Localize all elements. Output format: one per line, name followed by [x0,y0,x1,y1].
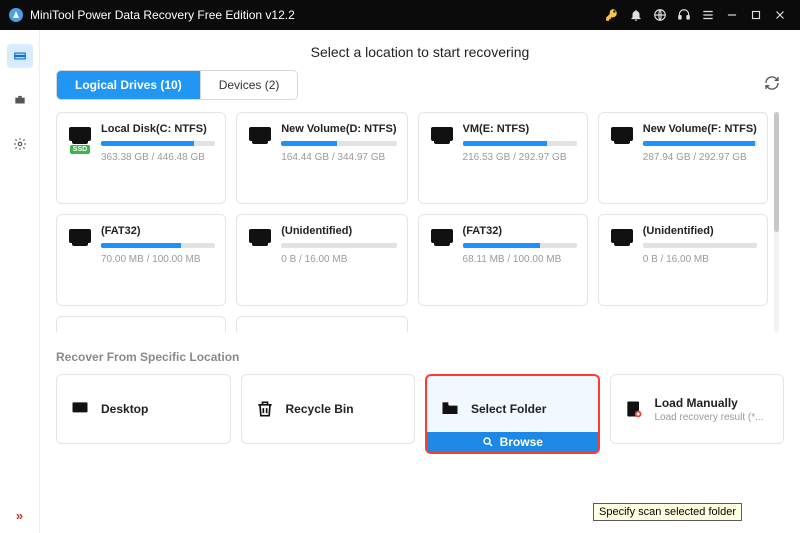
drive-usage-bar [101,243,215,248]
expand-nav-icon[interactable]: » [16,508,23,523]
drive-card[interactable]: (FAT32) 70.00 MB / 100.00 MB [56,214,226,306]
hdd-icon [69,127,91,141]
bell-icon[interactable] [624,3,648,27]
recycle-bin-icon [254,398,276,420]
left-nav: » [0,30,40,533]
drive-scrollbar[interactable] [774,112,779,332]
main-panel: Select a location to start recovering Lo… [40,30,800,533]
drive-grid: SSD Local Disk(C: NTFS) 363.38 GB / 446.48… [56,112,784,332]
drive-card[interactable]: SSD Local Disk(C: NTFS) 363.38 GB / 446.48… [56,112,226,204]
hdd-icon [611,229,633,243]
location-recycle-bin[interactable]: Recycle Bin [241,374,416,444]
drive-usage-bar [463,243,577,248]
drive-name: (Unidentified) [281,225,396,237]
key-icon[interactable] [600,3,624,27]
tooltip: Specify scan selected folder [593,503,742,521]
drive-card[interactable]: (Unidentified) 0 B / 16.00 MB [236,214,407,306]
maximize-icon[interactable] [744,3,768,27]
location-grid: Desktop Recycle Bin Select Folder Browse [56,374,784,444]
drive-name: (FAT32) [101,225,215,237]
hdd-icon [249,127,271,141]
drive-usage-bar [281,141,396,146]
hdd-icon [69,229,91,243]
drive-name: Local Disk(C: NTFS) [101,123,215,135]
drive-usage-bar [643,141,757,146]
browse-button-label: Browse [500,435,543,449]
drive-name: New Volume(F: NTFS) [643,123,757,135]
drive-usage-bar [463,141,577,146]
headset-icon[interactable] [672,3,696,27]
drive-name: (NTFS) [281,331,396,332]
drive-name: (Unidentified) [643,225,757,237]
hdd-icon [431,127,453,141]
location-label: Recycle Bin [286,402,354,416]
tab-devices[interactable]: Devices (2) [201,71,298,99]
location-label: Load Manually [655,396,764,410]
titlebar: MiniTool Power Data Recovery Free Editio… [0,0,800,30]
location-load-manually[interactable]: Load Manually Load recovery result (*... [610,374,785,444]
drive-card[interactable]: New Volume(D: NTFS) 164.44 GB / 344.97 GB [236,112,407,204]
drive-capacity: 0 B / 16.00 MB [643,254,757,265]
drive-name: (FAT32) [463,225,577,237]
drive-capacity: 68.11 MB / 100.00 MB [463,254,577,265]
drive-card[interactable]: Recovery(NTFS) [56,316,226,332]
location-desktop[interactable]: Desktop [56,374,231,444]
nav-toolbox-button[interactable] [7,88,33,112]
minimize-icon[interactable] [720,3,744,27]
refresh-icon[interactable] [760,71,784,100]
browse-button[interactable]: Browse [425,432,600,454]
hdd-icon [611,127,633,141]
location-sublabel: Load recovery result (*... [655,412,764,423]
folder-icon [439,398,461,420]
drive-card[interactable]: (NTFS) [236,316,407,332]
drive-usage-bar [281,243,396,248]
drive-name: New Volume(D: NTFS) [281,123,396,135]
drive-capacity: 164.44 GB / 344.97 GB [281,152,396,163]
page-heading: Select a location to start recovering [56,40,784,70]
hdd-icon [249,229,271,243]
tabs: Logical Drives (10) Devices (2) [56,70,298,100]
drive-capacity: 70.00 MB / 100.00 MB [101,254,215,265]
section-label: Recover From Specific Location [56,350,784,364]
load-manually-icon [623,398,645,420]
drive-card[interactable]: (FAT32) 68.11 MB / 100.00 MB [418,214,588,306]
drive-capacity: 363.38 GB / 446.48 GB [101,152,215,163]
drive-name: VM(E: NTFS) [463,123,577,135]
nav-settings-button[interactable] [7,132,33,156]
window-title: MiniTool Power Data Recovery Free Editio… [30,8,295,22]
ssd-badge: SSD [70,145,90,154]
drive-usage-bar [643,243,757,248]
drive-capacity: 216.53 GB / 292.97 GB [463,152,577,163]
menu-icon[interactable] [696,3,720,27]
drive-card[interactable]: New Volume(F: NTFS) 287.94 GB / 292.97 GB [598,112,768,204]
drive-capacity: 287.94 GB / 292.97 GB [643,152,757,163]
globe-icon[interactable] [648,3,672,27]
drive-card[interactable]: VM(E: NTFS) 216.53 GB / 292.97 GB [418,112,588,204]
drive-name: Recovery(NTFS) [101,331,215,332]
location-select-folder[interactable]: Select Folder Browse [425,374,600,444]
hdd-icon [431,229,453,243]
location-label: Select Folder [471,402,546,416]
drive-usage-bar [101,141,215,146]
nav-recover-button[interactable] [7,44,33,68]
drive-card[interactable]: (Unidentified) 0 B / 16.00 MB [598,214,768,306]
close-icon[interactable] [768,3,792,27]
drive-capacity: 0 B / 16.00 MB [281,254,396,265]
tab-logical-drives[interactable]: Logical Drives (10) [57,71,201,99]
app-logo-icon [8,7,24,23]
desktop-icon [69,398,91,420]
location-label: Desktop [101,402,148,416]
